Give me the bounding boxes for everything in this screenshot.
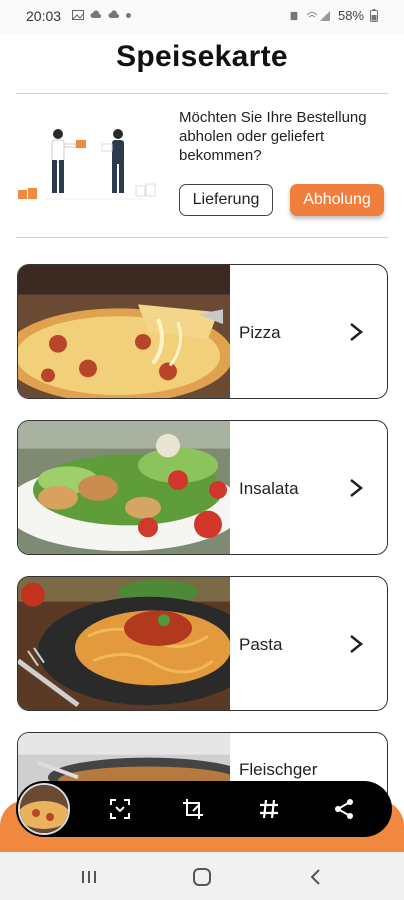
order-divider xyxy=(16,237,388,238)
chevron-right-icon xyxy=(350,479,363,497)
thumbnail-image xyxy=(20,785,68,833)
pickup-button[interactable]: Abholung xyxy=(290,184,384,216)
battery-saver-icon xyxy=(290,11,298,20)
gallery-icon xyxy=(72,10,84,20)
chevron-right-icon xyxy=(350,635,363,653)
battery-icon xyxy=(370,9,378,22)
pizza-image xyxy=(18,265,230,398)
delivery-button[interactable]: Lieferung xyxy=(179,184,273,216)
menu-item-label: Insalata xyxy=(239,479,299,498)
menu-item-label: Pasta xyxy=(239,635,283,654)
cloud-icon xyxy=(90,10,101,18)
delivery-illustration xyxy=(18,129,156,200)
status-indicators: 58% xyxy=(288,8,378,23)
screenshot-toolbar xyxy=(16,781,392,837)
screenshot-thumbnail[interactable] xyxy=(18,783,70,835)
status-bar: 20:03 58% xyxy=(0,0,404,34)
salad-image xyxy=(18,421,230,554)
crop-icon[interactable] xyxy=(181,797,205,821)
wifi-signal-icon xyxy=(306,10,330,21)
menu-item-label: Fleischger xyxy=(239,760,318,779)
menu-item-pasta[interactable]: Pasta xyxy=(17,576,388,711)
share-icon[interactable] xyxy=(332,797,356,821)
menu-item-label: Pizza xyxy=(239,323,281,342)
home-icon[interactable] xyxy=(191,866,213,888)
back-icon[interactable] xyxy=(305,866,327,888)
chevron-right-icon xyxy=(350,323,363,341)
menu-item-pizza[interactable]: Pizza xyxy=(17,264,388,399)
system-navigation-bar xyxy=(0,852,404,900)
cloud-icon xyxy=(108,10,119,18)
battery-percent: 58% xyxy=(337,8,364,23)
scan-icon[interactable] xyxy=(108,797,132,821)
header-divider xyxy=(16,93,388,94)
order-question: Möchten Sie Ihre Bestellung abholen oder… xyxy=(179,109,367,164)
notification-icons xyxy=(72,10,131,20)
status-time: 20:03 xyxy=(26,8,62,24)
hashtag-icon[interactable] xyxy=(257,797,281,821)
dot-icon xyxy=(126,12,131,18)
recent-apps-icon[interactable] xyxy=(78,866,100,888)
menu-item-insalata[interactable]: Insalata xyxy=(17,420,388,555)
page-title: Speisekarte xyxy=(116,40,288,73)
pasta-image xyxy=(18,577,230,710)
